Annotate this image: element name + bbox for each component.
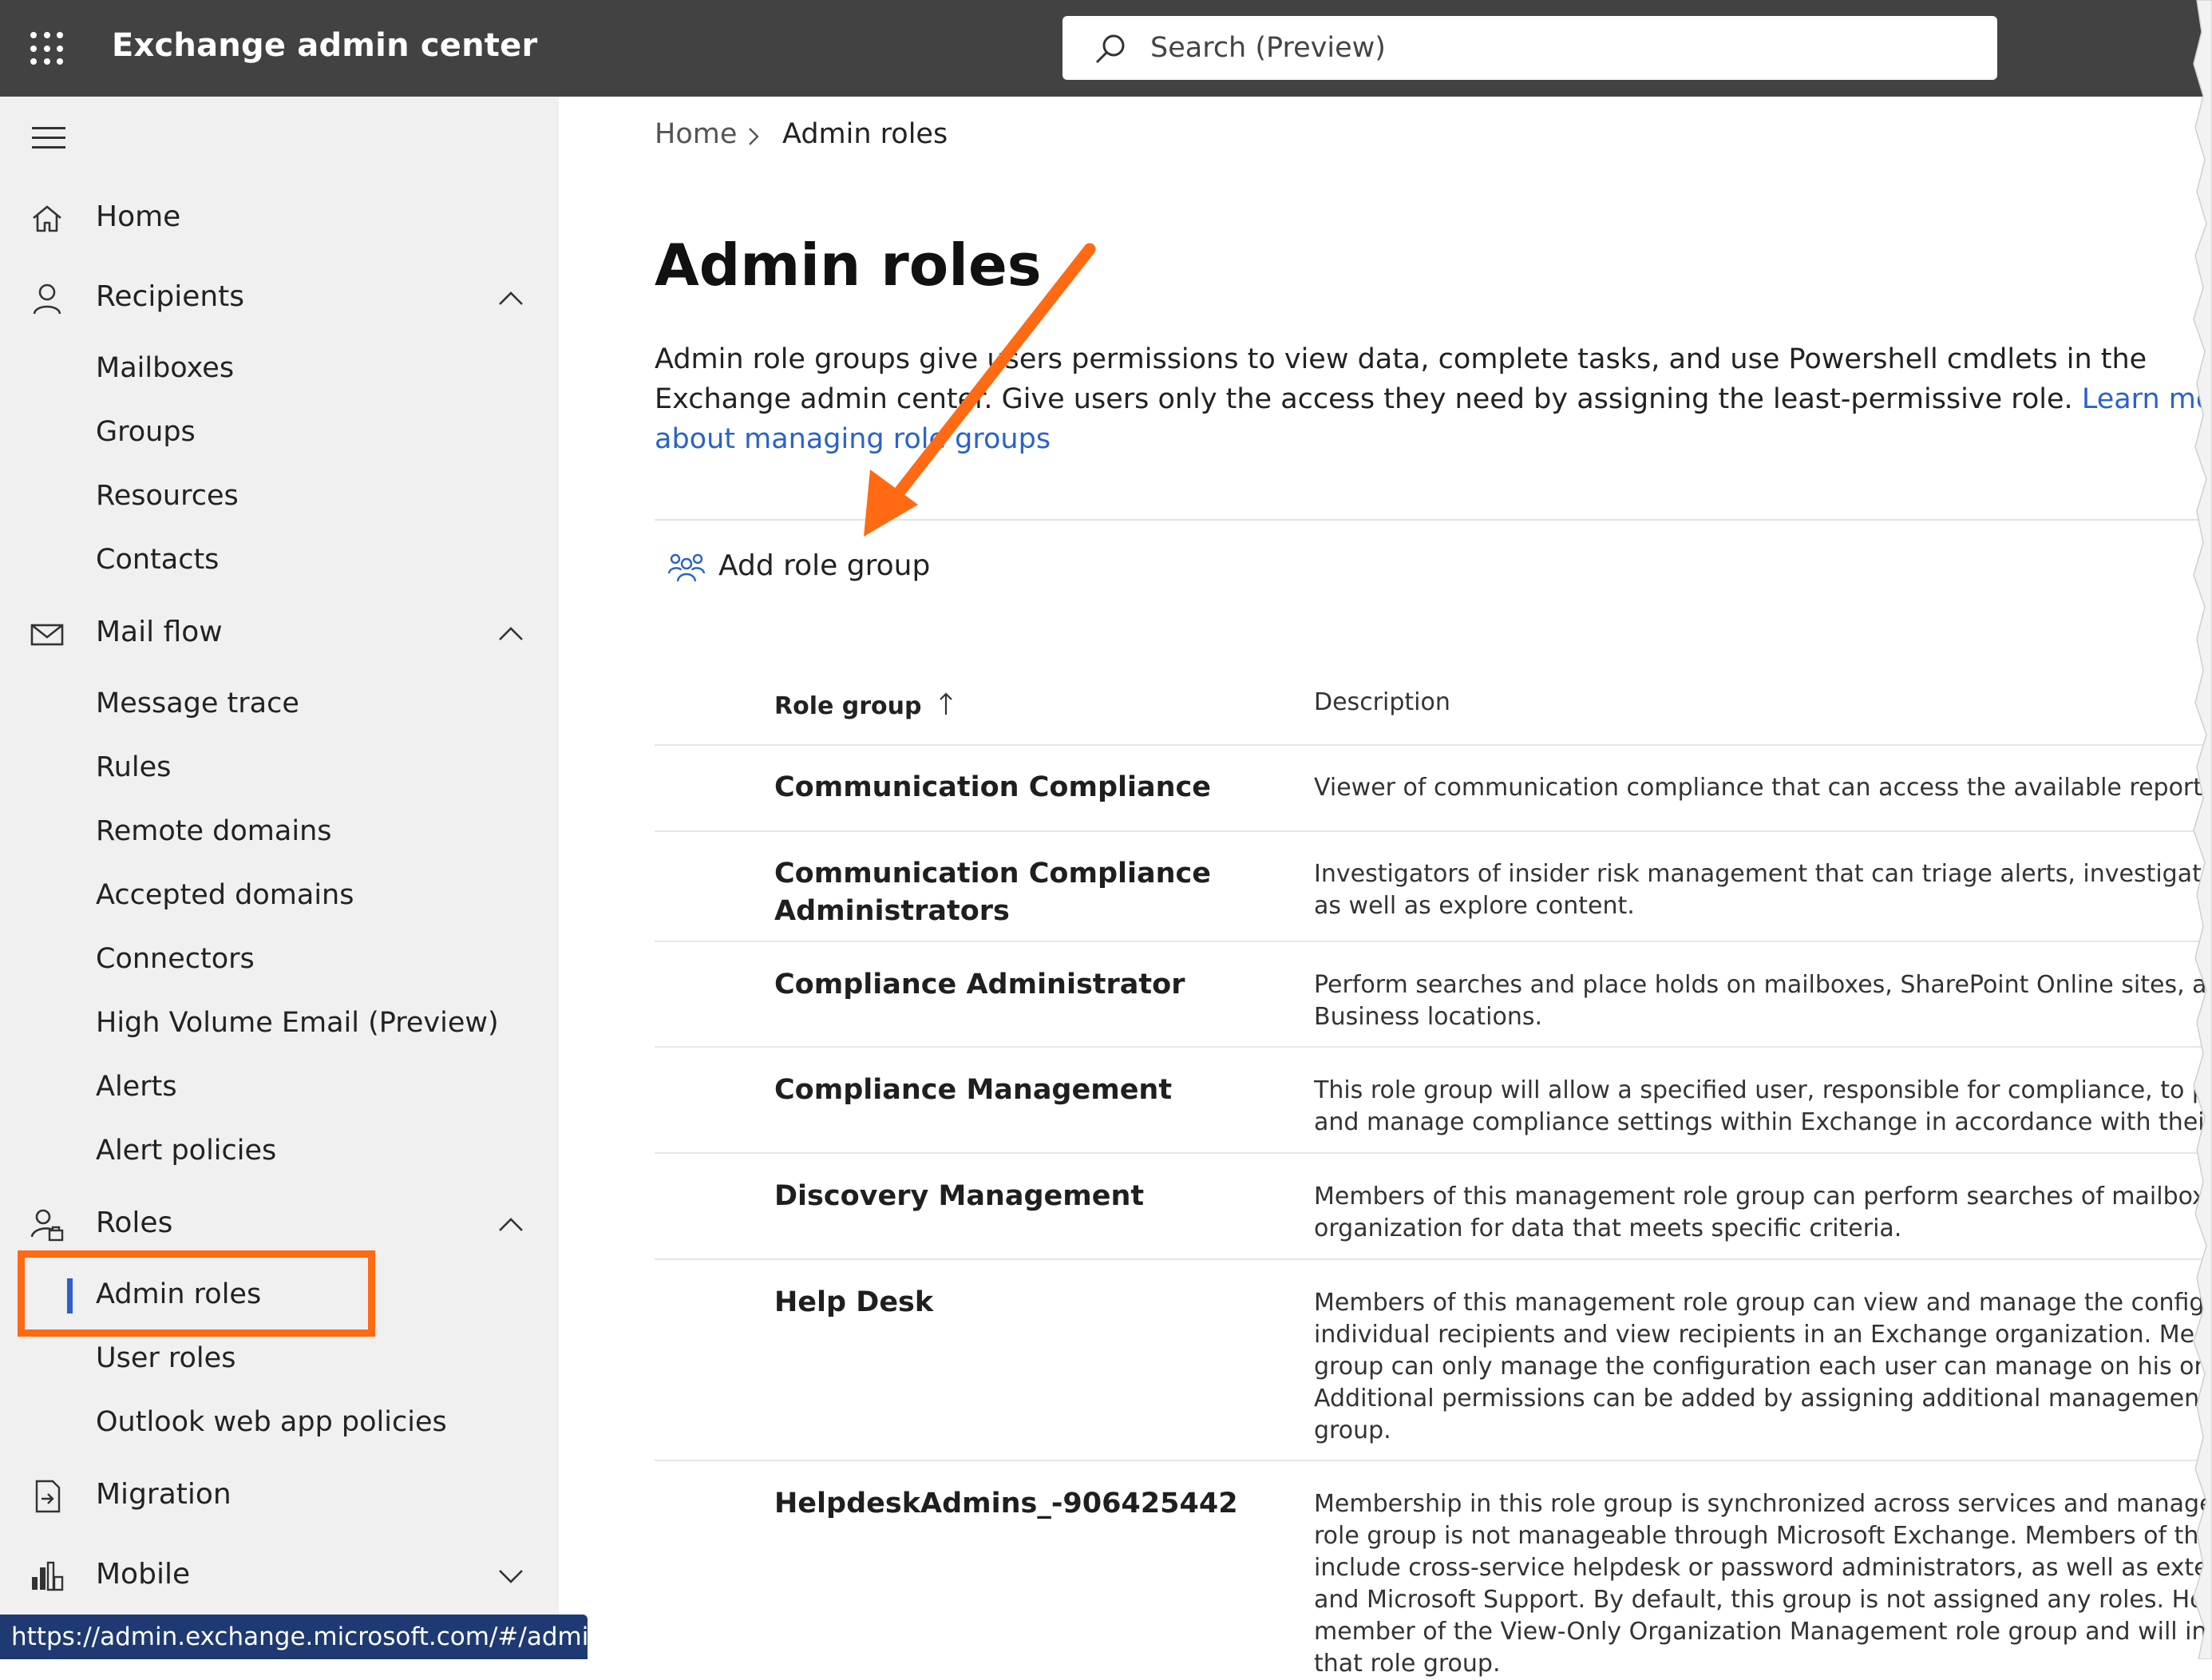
sidebar-item-recipients[interactable]: Recipients <box>0 272 559 323</box>
home-icon <box>33 205 61 232</box>
sidebar-item-alert-policies[interactable]: Alert policies <box>0 1127 559 1178</box>
role-group-name[interactable]: Compliance Management <box>774 1072 1172 1109</box>
sidebar-item-label: Message trace <box>96 687 299 719</box>
sidebar-item-label: Recipients <box>96 280 245 313</box>
column-header-description[interactable]: Description <box>1314 688 1450 716</box>
admin-roles-highlight <box>18 1250 375 1337</box>
row-divider <box>655 1152 2212 1154</box>
person-icon <box>33 283 61 315</box>
sidebar-item-label: Resources <box>96 480 239 512</box>
role-group-description: This role group will allow a specified u… <box>1314 1076 2212 1136</box>
torn-edge <box>2193 0 2212 1659</box>
sidebar-item-high-volume-email[interactable]: High Volume Email (Preview) <box>0 999 559 1050</box>
mobile-icon <box>32 1561 64 1591</box>
add-role-group-label: Add role group <box>718 549 931 582</box>
page-title: Admin roles <box>655 232 1042 299</box>
sidebar-item-label: Groups <box>96 416 196 448</box>
search-icon <box>1095 34 1125 64</box>
role-group-description: Perform searches and place holds on mail… <box>1314 971 2212 1031</box>
chevron-down-icon[interactable] <box>497 1564 525 1588</box>
app-launcher-icon[interactable] <box>30 32 64 65</box>
breadcrumb-home[interactable]: Home <box>655 118 737 150</box>
sidebar-item-label: Remote domains <box>96 815 332 847</box>
sidebar-item-label: Connectors <box>96 943 255 975</box>
sidebar-item-label: User roles <box>96 1342 236 1374</box>
sidebar-item-user-roles[interactable]: User roles <box>0 1334 559 1385</box>
sidebar-item-mailboxes[interactable]: Mailboxes <box>0 344 559 395</box>
top-bar: Exchange admin center Search (Preview) <box>0 0 2212 97</box>
learn-more-link-continued[interactable]: about managing role groups <box>655 423 1051 455</box>
row-divider <box>655 830 2212 832</box>
hamburger-menu-icon[interactable] <box>32 127 65 151</box>
sidebar-item-label: Outlook web app policies <box>96 1406 447 1438</box>
sidebar-item-label: Mail flow <box>96 616 223 648</box>
sidebar-item-resources[interactable]: Resources <box>0 472 559 523</box>
sidebar-item-accepted-domains[interactable]: Accepted domains <box>0 871 559 922</box>
sidebar-item-label: Accepted domains <box>96 879 354 911</box>
role-group-name[interactable]: Communication Compliance Administrators <box>774 855 1211 930</box>
sidebar-item-label: Roles <box>96 1207 173 1239</box>
people-add-icon <box>667 553 706 582</box>
row-divider <box>655 1046 2212 1048</box>
sidebar-item-label: Rules <box>96 751 172 783</box>
sidebar-item-label: Migration <box>96 1478 231 1511</box>
chevron-up-icon[interactable] <box>497 1213 525 1237</box>
migration-icon <box>35 1480 61 1513</box>
row-divider <box>655 1258 2212 1260</box>
breadcrumb-current: Admin roles <box>782 118 948 150</box>
sort-ascending-icon <box>940 692 952 715</box>
sidebar-item-contacts[interactable]: Contacts <box>0 536 559 587</box>
chevron-up-icon[interactable] <box>497 622 525 646</box>
sidebar-item-mail-flow[interactable]: Mail flow <box>0 608 559 659</box>
sidebar-item-roles[interactable]: Roles <box>0 1199 559 1250</box>
sidebar-item-message-trace[interactable]: Message trace <box>0 680 559 731</box>
sidebar: Home Recipients Mailboxes Groups Resourc… <box>0 97 559 1659</box>
role-group-name[interactable]: Compliance Administrator <box>774 966 1185 1004</box>
role-group-name[interactable]: Communication Compliance <box>774 769 1211 806</box>
sidebar-item-outlook-web-app-policies[interactable]: Outlook web app policies <box>0 1398 559 1449</box>
chevron-up-icon[interactable] <box>497 287 525 311</box>
search-input[interactable]: Search (Preview) <box>1150 32 1386 64</box>
sidebar-item-mobile[interactable]: Mobile <box>0 1550 559 1601</box>
breadcrumb-chevron-icon <box>749 128 759 145</box>
sidebar-item-remote-domains[interactable]: Remote domains <box>0 807 559 858</box>
page-description-line-1: Admin role groups give users permissions… <box>655 343 2147 375</box>
sidebar-item-rules[interactable]: Rules <box>0 743 559 794</box>
role-group-description: Membership in this role group is synchro… <box>1314 1490 2212 1678</box>
status-url: https://admin.exchange.microsoft.com/#/a… <box>11 1623 671 1651</box>
sidebar-item-label: Contacts <box>96 544 220 576</box>
sidebar-item-alerts[interactable]: Alerts <box>0 1063 559 1114</box>
row-divider <box>655 1460 2212 1461</box>
role-group-description: Members of this management role group ca… <box>1314 1183 2212 1242</box>
sidebar-item-label: Alert policies <box>96 1135 277 1167</box>
page-description-text: Exchange admin center. Give users only t… <box>655 383 2082 415</box>
toolbar-divider <box>655 519 2212 521</box>
sidebar-item-migration[interactable]: Migration <box>0 1470 559 1521</box>
sidebar-item-label: Alerts <box>96 1071 177 1103</box>
sidebar-item-label: Home <box>96 200 181 233</box>
search-box[interactable]: Search (Preview) <box>1062 16 1997 80</box>
sidebar-item-label: Mailboxes <box>96 352 235 384</box>
mail-icon <box>30 624 64 646</box>
sidebar-item-label: Mobile <box>96 1558 191 1591</box>
page-description-line-2: Exchange admin center. Give users only t… <box>655 383 2212 415</box>
status-url-bar: https://admin.exchange.microsoft.com/#/a… <box>0 1615 671 1659</box>
role-group-name[interactable]: Help Desk <box>774 1284 933 1321</box>
sidebar-item-connectors[interactable]: Connectors <box>0 935 559 986</box>
sidebar-item-home[interactable]: Home <box>0 192 559 244</box>
row-divider <box>655 941 2212 942</box>
role-group-description: Members of this management role group ca… <box>1314 1289 2212 1444</box>
add-role-group-button[interactable]: Add role group <box>667 545 930 592</box>
table-header-divider <box>655 744 2212 746</box>
sidebar-item-groups[interactable]: Groups <box>0 408 559 459</box>
role-group-description: Investigators of insider risk management… <box>1314 860 2212 920</box>
app-title[interactable]: Exchange admin center <box>112 27 537 64</box>
role-group-name[interactable]: Discovery Management <box>774 1178 1144 1215</box>
column-header-label: Role group <box>774 692 922 720</box>
sidebar-item-label: High Volume Email (Preview) <box>96 1007 499 1039</box>
role-group-description: Viewer of communication compliance that … <box>1314 774 2212 802</box>
role-group-name[interactable]: HelpdeskAdmins_-906425442 <box>774 1485 1238 1523</box>
roles-icon <box>30 1209 64 1242</box>
column-header-role-group[interactable]: Role group <box>774 688 952 720</box>
